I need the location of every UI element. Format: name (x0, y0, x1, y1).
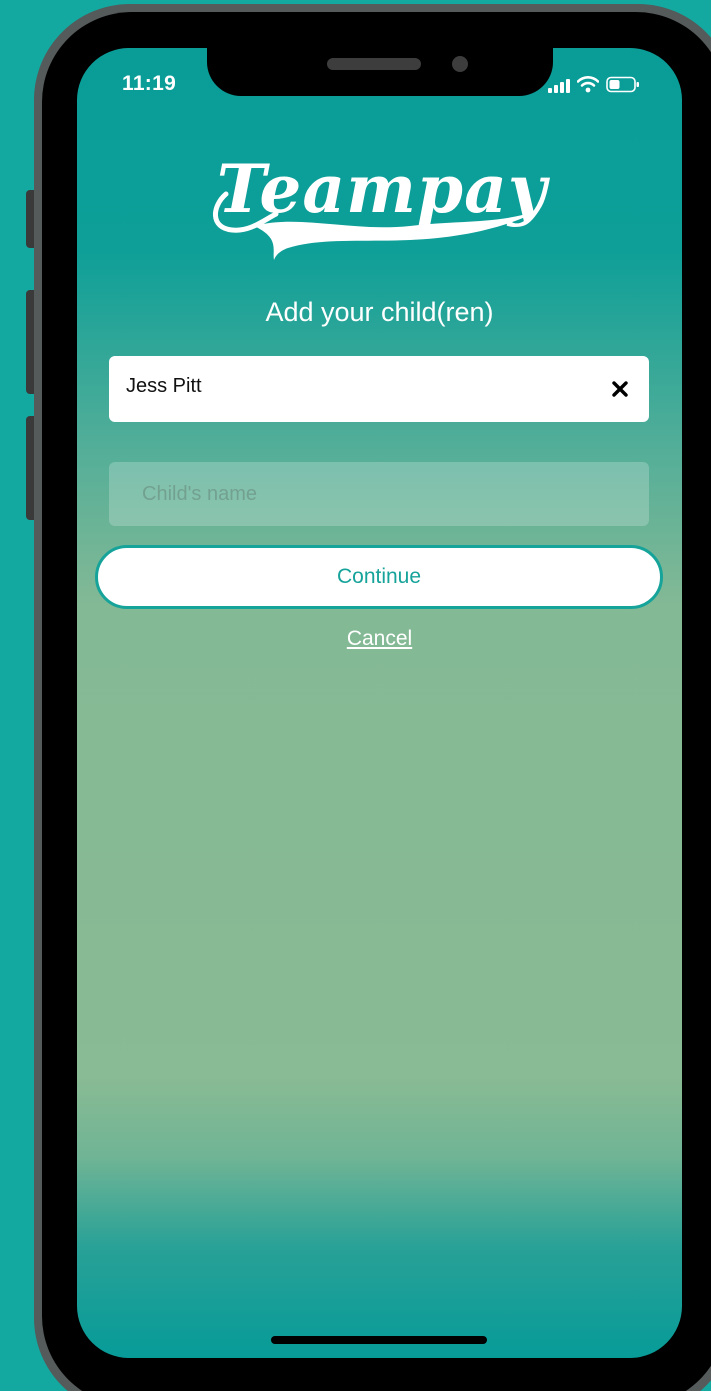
status-time: 11:19 (122, 72, 177, 95)
front-camera (452, 56, 468, 72)
child-name-input[interactable] (109, 462, 649, 526)
logo-text: Teampay (217, 150, 550, 228)
cancel-row: Cancel (77, 627, 682, 651)
child-entry: Jess Pitt (109, 356, 649, 422)
app-stage: 11:19 Teampay Add your child(ren) Jess P… (0, 0, 711, 1391)
cellular-signal-icon (548, 77, 570, 93)
battery-icon (606, 76, 639, 93)
cancel-link[interactable]: Cancel (347, 627, 412, 650)
continue-button[interactable]: Continue (95, 545, 663, 609)
page-title: Add your child(ren) (265, 297, 494, 327)
wifi-icon (577, 76, 599, 93)
home-indicator[interactable] (271, 1336, 487, 1344)
speaker-grille (327, 58, 421, 70)
close-icon (612, 381, 628, 397)
status-icons (548, 76, 640, 93)
child-name: Jess Pitt (126, 375, 202, 397)
teampay-logo: Teampay (213, 150, 550, 260)
remove-child-button[interactable] (605, 374, 635, 404)
